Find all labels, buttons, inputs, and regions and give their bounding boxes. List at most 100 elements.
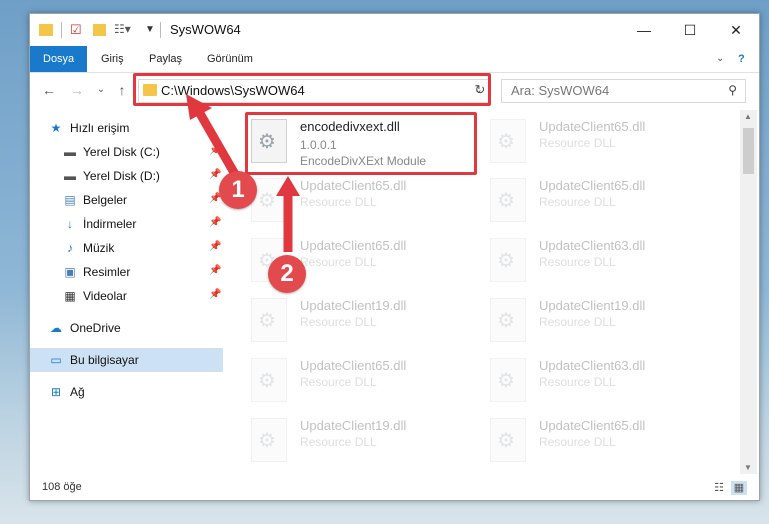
sidebar-item-documents[interactable]: ▤ Belgeler 📌 bbox=[30, 188, 223, 212]
file-name: UpdateClient65.dll bbox=[539, 178, 646, 193]
help-icon[interactable]: ? bbox=[728, 46, 755, 72]
address-highlight-box bbox=[133, 73, 491, 106]
music-icon: ♪ bbox=[67, 241, 73, 255]
gear-icon: ⚙ bbox=[497, 131, 515, 153]
tiles-view-icon[interactable]: ▦ bbox=[731, 481, 747, 495]
drive-icon: ▬ bbox=[64, 145, 76, 159]
navigation-pane: ★ Hızlı erişim ▬ Yerel Disk (C:) 📌 ▬ Yer… bbox=[30, 110, 223, 472]
dll-file-icon: ⚙ bbox=[251, 418, 287, 462]
gear-icon: ⚙ bbox=[497, 190, 515, 212]
title-divider bbox=[160, 22, 161, 38]
sidebar-item-onedrive[interactable]: ☁ OneDrive bbox=[30, 316, 223, 340]
tab-home[interactable]: Giriş bbox=[91, 46, 134, 72]
search-icon[interactable]: ⚲ bbox=[728, 83, 737, 97]
title-bar: ☑ ☷▾ ▼ SysWOW64 — ☐ ✕ bbox=[30, 14, 759, 46]
file-item[interactable]: ⚙ UpdateClient65.dll Resource DLL bbox=[490, 116, 720, 170]
file-item[interactable]: ⚙ UpdateClient65.dll Resource DLL bbox=[251, 355, 481, 409]
properties-icon[interactable]: ☑ bbox=[70, 22, 82, 38]
tab-view[interactable]: Görünüm bbox=[197, 46, 263, 72]
pin-icon: 📌 bbox=[209, 241, 222, 252]
network-icon: ⊞ bbox=[50, 385, 62, 399]
close-button[interactable]: ✕ bbox=[713, 14, 759, 46]
customize-icon[interactable]: ☷▾ bbox=[114, 22, 131, 38]
gear-icon: ⚙ bbox=[258, 190, 276, 212]
file-type: Resource DLL bbox=[300, 255, 377, 269]
vertical-scrollbar[interactable]: ▲ ▼ bbox=[740, 110, 757, 474]
file-item[interactable]: ⚙ UpdateClient19.dll Resource DLL bbox=[251, 295, 481, 349]
quick-access-dropdown-icon[interactable]: ▼ bbox=[145, 24, 155, 40]
gear-icon: ⚙ bbox=[258, 370, 276, 392]
sidebar-item-label: Yerel Disk (D:) bbox=[83, 169, 160, 183]
file-name: UpdateClient19.dll bbox=[300, 298, 407, 313]
file-item[interactable]: ⚙ UpdateClient19.dll Resource DLL bbox=[251, 415, 481, 469]
sidebar-item-label: Belgeler bbox=[83, 193, 128, 207]
tab-share[interactable]: Paylaş bbox=[139, 46, 192, 72]
maximize-button[interactable]: ☐ bbox=[667, 14, 713, 46]
star-icon: ★ bbox=[50, 121, 62, 135]
computer-icon: ▭ bbox=[50, 353, 62, 367]
recent-locations-icon[interactable]: ⌄ bbox=[92, 81, 110, 99]
dll-file-icon: ⚙ bbox=[490, 238, 526, 282]
window-title: SysWOW64 bbox=[170, 22, 241, 37]
file-item[interactable]: ⚙ UpdateClient65.dll Resource DLL bbox=[251, 175, 481, 229]
sidebar-item-label: OneDrive bbox=[70, 321, 121, 335]
details-view-icon[interactable]: ☷ bbox=[711, 481, 727, 495]
tab-file[interactable]: Dosya bbox=[30, 46, 88, 72]
dll-file-icon: ⚙ bbox=[490, 178, 526, 222]
cloud-icon: ☁ bbox=[50, 321, 62, 335]
file-type: Resource DLL bbox=[539, 136, 616, 150]
file-item[interactable]: ⚙ UpdateClient65.dll Resource DLL bbox=[490, 415, 720, 469]
file-type: Resource DLL bbox=[300, 195, 377, 209]
sidebar-item-pictures[interactable]: ▣ Resimler 📌 bbox=[30, 260, 223, 284]
sidebar-item-network[interactable]: ⊞ Ağ bbox=[30, 380, 223, 404]
file-item[interactable]: ⚙ UpdateClient19.dll Resource DLL bbox=[490, 295, 720, 349]
sidebar-item-downloads[interactable]: ↓ İndirmeler 📌 bbox=[30, 212, 223, 236]
sidebar-item-label: Hızlı erişim bbox=[70, 121, 130, 135]
file-highlight-box bbox=[245, 112, 477, 175]
dll-file-icon: ⚙ bbox=[251, 298, 287, 342]
sidebar-item-label: Yerel Disk (C:) bbox=[83, 145, 160, 159]
file-type: Resource DLL bbox=[539, 435, 616, 449]
gear-icon: ⚙ bbox=[258, 310, 276, 332]
sidebar-item-label: İndirmeler bbox=[83, 217, 137, 231]
scrollbar-thumb[interactable] bbox=[743, 128, 754, 174]
scroll-up-icon[interactable]: ▲ bbox=[744, 112, 752, 121]
dll-file-icon: ⚙ bbox=[251, 358, 287, 402]
file-item[interactable]: ⚙ UpdateClient65.dll Resource DLL bbox=[490, 175, 720, 229]
file-type: Resource DLL bbox=[539, 375, 616, 389]
file-type: Resource DLL bbox=[539, 195, 616, 209]
pin-icon: 📌 bbox=[209, 169, 222, 180]
file-type: Resource DLL bbox=[539, 255, 616, 269]
sidebar-item-drive-c[interactable]: ▬ Yerel Disk (C:) 📌 bbox=[30, 140, 223, 164]
file-name: UpdateClient65.dll bbox=[300, 238, 407, 253]
file-type: Resource DLL bbox=[300, 435, 377, 449]
sidebar-item-label: Bu bilgisayar bbox=[70, 353, 139, 367]
dll-file-icon: ⚙ bbox=[490, 298, 526, 342]
forward-icon[interactable]: → bbox=[68, 81, 86, 99]
file-name: UpdateClient63.dll bbox=[539, 358, 646, 373]
pin-icon: 📌 bbox=[209, 265, 222, 276]
search-placeholder[interactable]: Ara: SysWOW64 bbox=[511, 83, 609, 98]
up-icon[interactable]: ↑ bbox=[113, 81, 131, 99]
ribbon-tabs: Dosya Giriş Paylaş Görünüm ⌄ ? bbox=[30, 46, 759, 73]
gear-icon: ⚙ bbox=[497, 310, 515, 332]
status-bar: 108 öğe ☷ ▦ bbox=[30, 476, 759, 500]
sidebar-item-drive-d[interactable]: ▬ Yerel Disk (D:) 📌 bbox=[30, 164, 223, 188]
file-name: UpdateClient19.dll bbox=[300, 418, 407, 433]
sidebar-item-videos[interactable]: ▦ Videolar 📌 bbox=[30, 284, 223, 308]
gear-icon: ⚙ bbox=[497, 370, 515, 392]
scroll-down-icon[interactable]: ▼ bbox=[744, 463, 752, 472]
new-folder-icon[interactable] bbox=[93, 24, 106, 36]
minimize-button[interactable]: — bbox=[621, 14, 667, 46]
dll-file-icon: ⚙ bbox=[490, 418, 526, 462]
sidebar-item-label: Videolar bbox=[83, 289, 127, 303]
sidebar-item-music[interactable]: ♪ Müzik 📌 bbox=[30, 236, 223, 260]
gear-icon: ⚙ bbox=[497, 250, 515, 272]
file-item[interactable]: ⚙ UpdateClient63.dll Resource DLL bbox=[490, 235, 720, 289]
sidebar-item-this-pc[interactable]: ▭ Bu bilgisayar bbox=[30, 348, 223, 372]
drive-icon: ▬ bbox=[64, 169, 76, 183]
search-box[interactable]: Ara: SysWOW64 ⚲ bbox=[501, 79, 746, 103]
file-item[interactable]: ⚙ UpdateClient63.dll Resource DLL bbox=[490, 355, 720, 409]
sidebar-item-quick-access[interactable]: ★ Hızlı erişim bbox=[30, 116, 223, 140]
back-icon[interactable]: ← bbox=[40, 81, 58, 99]
